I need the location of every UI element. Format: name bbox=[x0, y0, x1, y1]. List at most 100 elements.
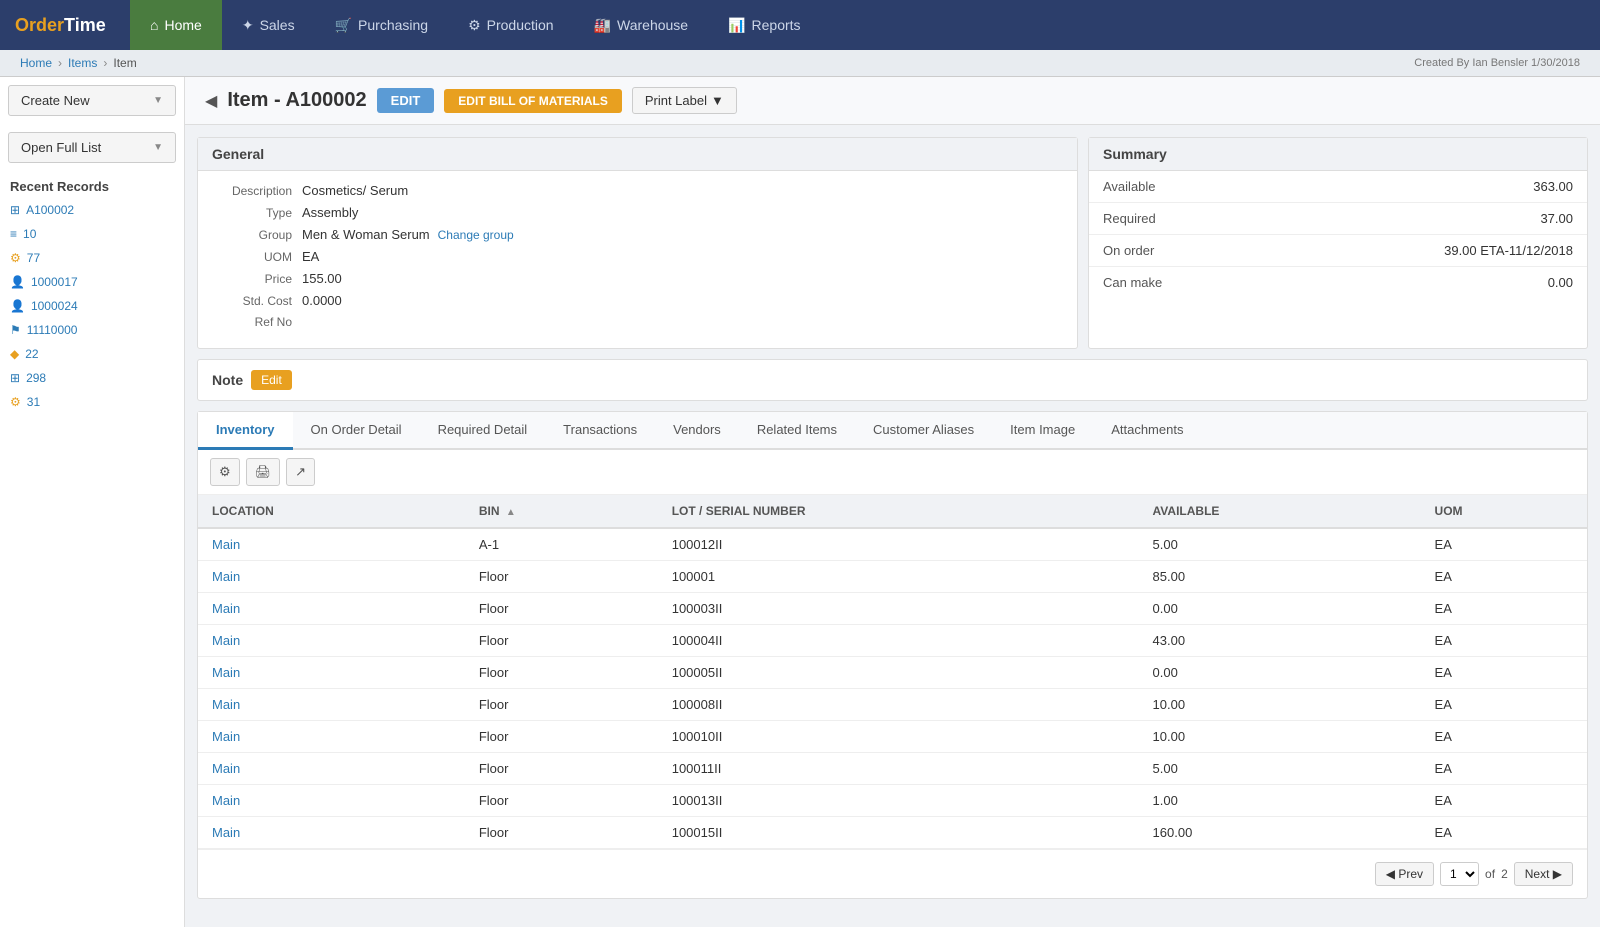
list-icon-10: ≡ bbox=[10, 227, 17, 241]
tab-customer-aliases[interactable]: Customer Aliases bbox=[855, 412, 992, 450]
toolbar-print-button[interactable]: 🖨 bbox=[246, 458, 281, 486]
created-by: Created By Ian Bensler 1/30/2018 bbox=[1414, 57, 1580, 69]
field-label-price: Price bbox=[212, 272, 302, 286]
page-select[interactable]: 1 2 bbox=[1440, 862, 1479, 886]
breadcrumb-sep-2: › bbox=[103, 56, 107, 70]
sidebar: Create New ▼ Open Full List ▼ Recent Rec… bbox=[0, 77, 185, 927]
nav-label-purchasing: Purchasing bbox=[358, 17, 428, 33]
open-full-list-button[interactable]: Open Full List ▼ bbox=[8, 132, 176, 163]
cell-bin-7: Floor bbox=[465, 753, 658, 785]
location-link-3[interactable]: Main bbox=[212, 633, 240, 648]
summary-panel: Summary Available 363.00 Required 37.00 … bbox=[1088, 137, 1588, 349]
sidebar-item-77[interactable]: ⚙ 77 bbox=[0, 246, 184, 270]
change-group-link[interactable]: Change group bbox=[438, 228, 514, 242]
nav-item-production[interactable]: ⚙ Production bbox=[448, 0, 574, 50]
nav-item-sales[interactable]: ✦ Sales bbox=[222, 0, 315, 50]
sidebar-item-11110000[interactable]: ⚑ 11110000 bbox=[0, 318, 184, 342]
toolbar-settings-button[interactable]: ⚙ bbox=[210, 458, 240, 486]
sidebar-item-a100002[interactable]: ⊞ A100002 bbox=[0, 198, 184, 222]
location-link-4[interactable]: Main bbox=[212, 665, 240, 680]
gear-icon-31: ⚙ bbox=[10, 395, 21, 409]
nav-item-purchasing[interactable]: 🛒 Purchasing bbox=[315, 0, 448, 50]
tab-inventory[interactable]: Inventory bbox=[198, 412, 293, 450]
cell-uom-1: EA bbox=[1421, 561, 1587, 593]
cell-location-4: Main bbox=[198, 657, 465, 689]
cell-available-2: 0.00 bbox=[1139, 593, 1421, 625]
summary-row-can-make: Can make 0.00 bbox=[1089, 267, 1587, 298]
location-link-7[interactable]: Main bbox=[212, 761, 240, 776]
cell-uom-0: EA bbox=[1421, 528, 1587, 561]
sidebar-item-1000017[interactable]: 👤 1000017 bbox=[0, 270, 184, 294]
summary-row-required: Required 37.00 bbox=[1089, 203, 1587, 235]
location-link-2[interactable]: Main bbox=[212, 601, 240, 616]
breadcrumb-home[interactable]: Home bbox=[20, 56, 52, 70]
cell-uom-6: EA bbox=[1421, 721, 1587, 753]
breadcrumb-items[interactable]: Items bbox=[68, 56, 97, 70]
tab-attachments[interactable]: Attachments bbox=[1093, 412, 1201, 450]
tab-vendors[interactable]: Vendors bbox=[655, 412, 739, 450]
field-value-uom: EA bbox=[302, 249, 319, 264]
create-new-button[interactable]: Create New ▼ bbox=[8, 85, 176, 116]
location-link-8[interactable]: Main bbox=[212, 793, 240, 808]
cell-lot-7: 100011II bbox=[658, 753, 1139, 785]
sidebar-item-1000024[interactable]: 👤 1000024 bbox=[0, 294, 184, 318]
tab-item-image[interactable]: Item Image bbox=[992, 412, 1093, 450]
cell-bin-8: Floor bbox=[465, 785, 658, 817]
field-price: Price 155.00 bbox=[212, 271, 1063, 286]
col-header-bin[interactable]: BIN ▲ bbox=[465, 495, 658, 528]
of-text: of bbox=[1485, 867, 1495, 881]
table-row: Main Floor 100011II 5.00 EA bbox=[198, 753, 1587, 785]
create-new-label: Create New bbox=[21, 93, 90, 108]
location-link-0[interactable]: Main bbox=[212, 537, 240, 552]
sidebar-item-298[interactable]: ⊞ 298 bbox=[0, 366, 184, 390]
summary-table: Available 363.00 Required 37.00 On order… bbox=[1089, 171, 1587, 298]
note-label: Note bbox=[212, 372, 243, 388]
cell-uom-3: EA bbox=[1421, 625, 1587, 657]
tabs-section: Inventory On Order Detail Required Detai… bbox=[197, 411, 1588, 899]
location-link-6[interactable]: Main bbox=[212, 729, 240, 744]
summary-panel-header: Summary bbox=[1089, 138, 1587, 171]
back-arrow-icon[interactable]: ◀ bbox=[205, 91, 217, 111]
pagination: ◀ Prev 1 2 of 2 Next ▶ bbox=[198, 849, 1587, 898]
cell-location-1: Main bbox=[198, 561, 465, 593]
toolbar-export-button[interactable]: ↗ bbox=[286, 458, 315, 486]
cell-location-8: Main bbox=[198, 785, 465, 817]
nav-item-reports[interactable]: 📊 Reports bbox=[708, 0, 820, 50]
prev-page-button[interactable]: ◀ Prev bbox=[1375, 862, 1434, 886]
location-link-1[interactable]: Main bbox=[212, 569, 240, 584]
nav-label-sales: Sales bbox=[260, 17, 295, 33]
cell-lot-3: 100004II bbox=[658, 625, 1139, 657]
nav-label-warehouse: Warehouse bbox=[617, 17, 688, 33]
summary-label-on-order: On order bbox=[1103, 243, 1154, 258]
location-link-5[interactable]: Main bbox=[212, 697, 240, 712]
top-nav: OrderTime ⌂ Home ✦ Sales 🛒 Purchasing ⚙ … bbox=[0, 0, 1600, 50]
table-row: Main Floor 100005II 0.00 EA bbox=[198, 657, 1587, 689]
sidebar-item-10[interactable]: ≡ 10 bbox=[0, 222, 184, 246]
cell-available-6: 10.00 bbox=[1139, 721, 1421, 753]
print-label-button[interactable]: Print Label ▼ bbox=[632, 87, 737, 114]
table-row: Main Floor 100003II 0.00 EA bbox=[198, 593, 1587, 625]
tab-required-detail[interactable]: Required Detail bbox=[420, 412, 546, 450]
sidebar-item-22[interactable]: ◆ 22 bbox=[0, 342, 184, 366]
cell-available-1: 85.00 bbox=[1139, 561, 1421, 593]
summary-value-on-order: 39.00 ETA-11/12/2018 bbox=[1444, 243, 1573, 258]
sidebar-item-label-10: 10 bbox=[23, 227, 36, 241]
sidebar-item-31[interactable]: ⚙ 31 bbox=[0, 390, 184, 414]
location-link-9[interactable]: Main bbox=[212, 825, 240, 840]
page-title-prefix: Item - bbox=[227, 89, 285, 111]
tab-transactions[interactable]: Transactions bbox=[545, 412, 655, 450]
next-page-button[interactable]: Next ▶ bbox=[1514, 862, 1573, 886]
cell-location-2: Main bbox=[198, 593, 465, 625]
create-new-caret: ▼ bbox=[153, 95, 163, 106]
edit-bom-button[interactable]: EDIT BILL OF MATERIALS bbox=[444, 89, 622, 113]
tab-related-items[interactable]: Related Items bbox=[739, 412, 855, 450]
edit-button[interactable]: EDIT bbox=[377, 88, 435, 113]
summary-label-available: Available bbox=[1103, 179, 1156, 194]
nav-item-warehouse[interactable]: 🏭 Warehouse bbox=[574, 0, 709, 50]
note-edit-button[interactable]: Edit bbox=[251, 370, 292, 390]
nav-item-home[interactable]: ⌂ Home bbox=[130, 0, 222, 50]
cell-uom-2: EA bbox=[1421, 593, 1587, 625]
cell-uom-8: EA bbox=[1421, 785, 1587, 817]
tab-on-order-detail[interactable]: On Order Detail bbox=[293, 412, 420, 450]
field-label-description: Description bbox=[212, 184, 302, 198]
